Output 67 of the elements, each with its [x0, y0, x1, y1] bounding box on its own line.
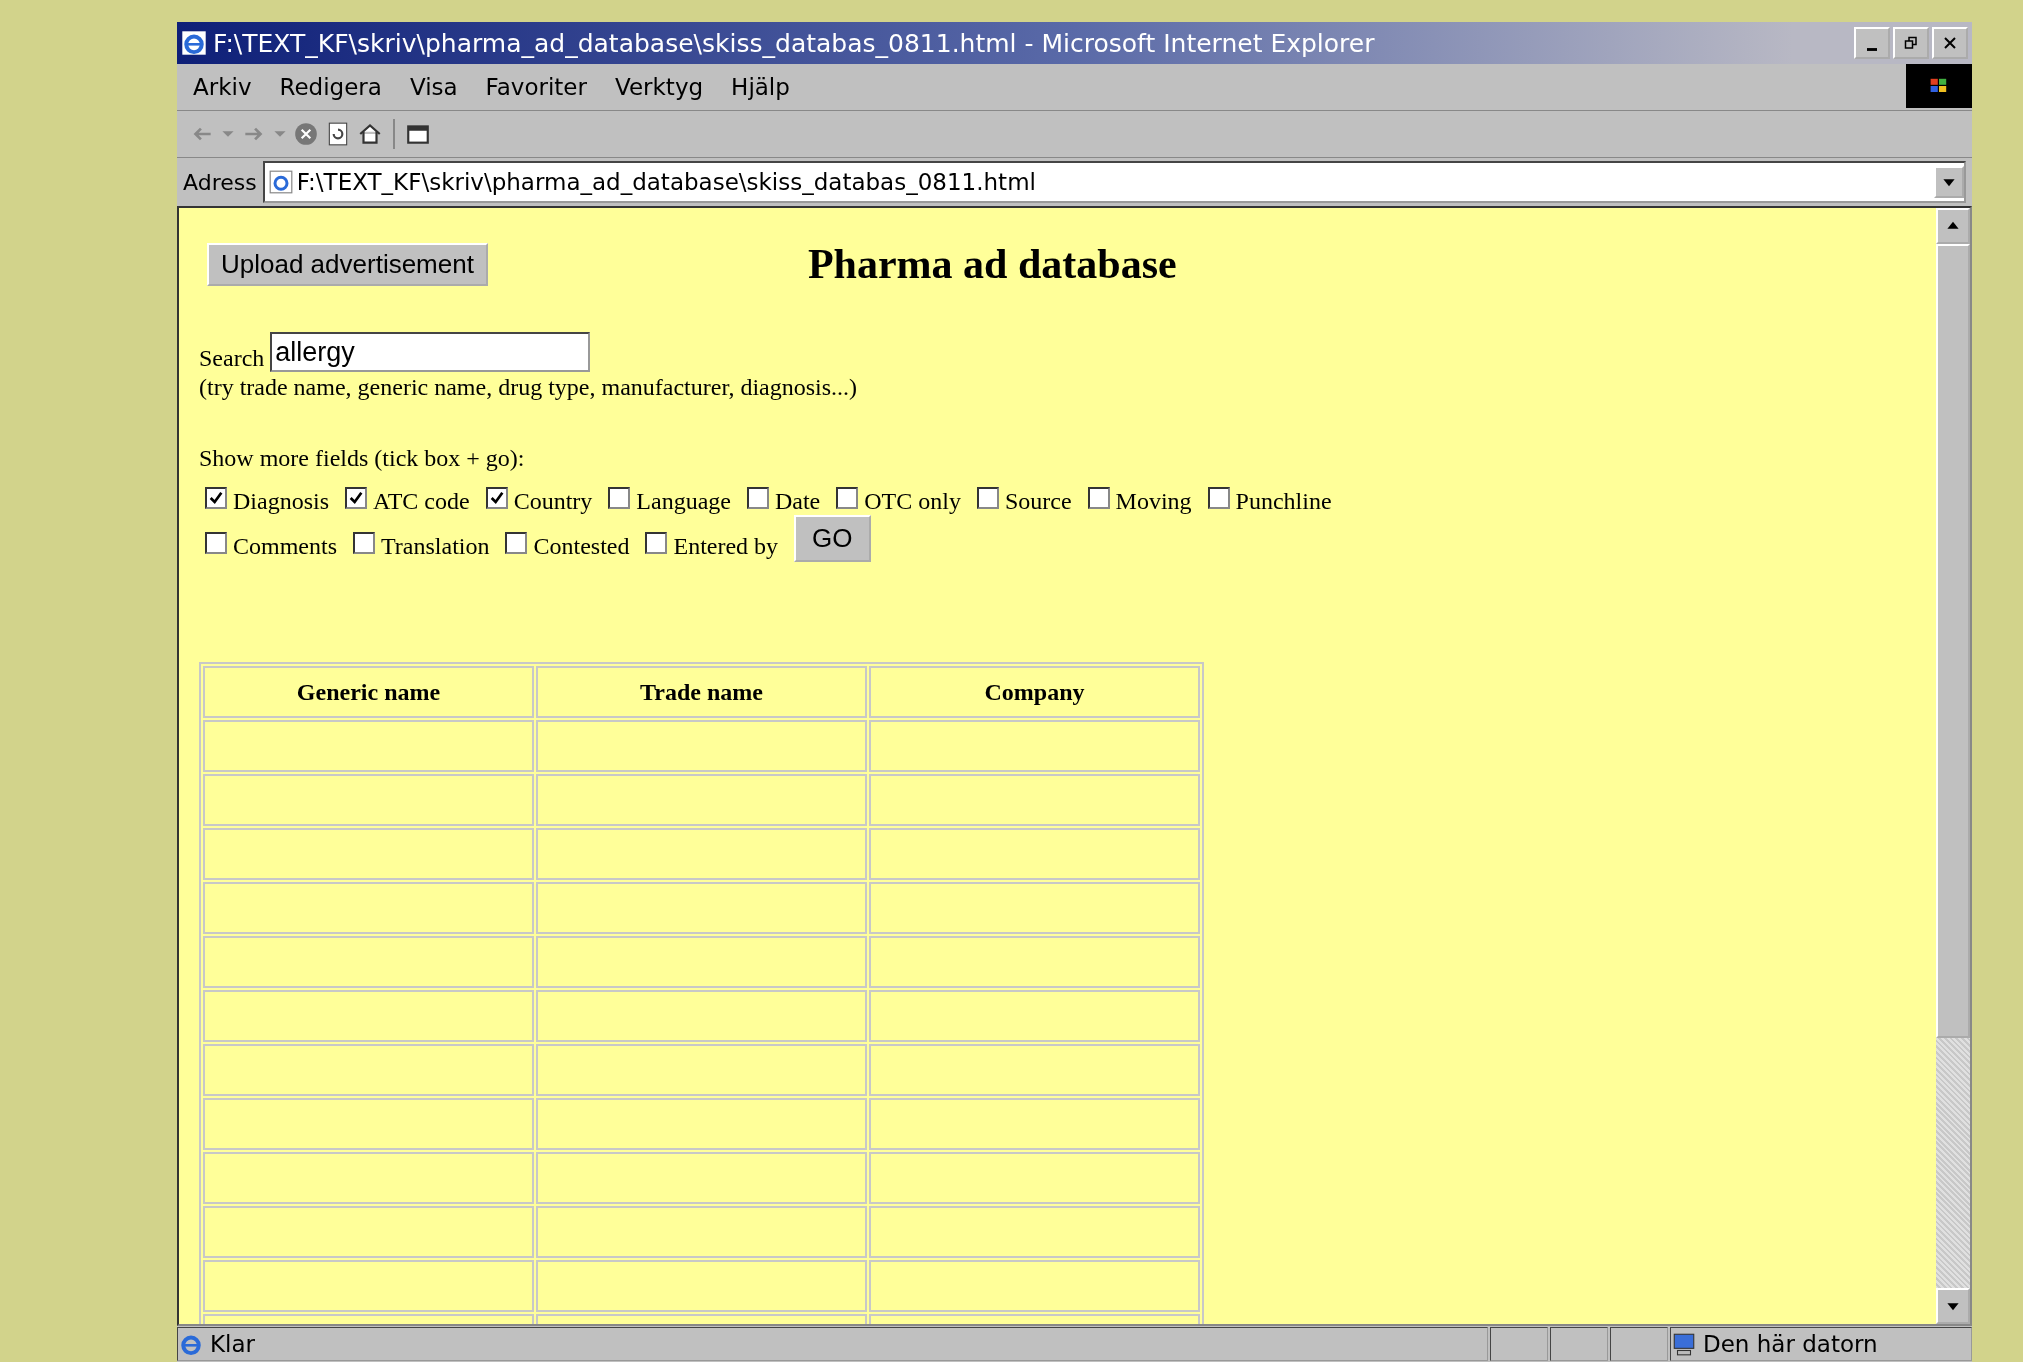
- menu-item[interactable]: Redigera: [279, 74, 382, 100]
- close-button[interactable]: [1932, 27, 1968, 59]
- address-field[interactable]: F:\TEXT_KF\skriv\pharma_ad_database\skiss_databas_0811.html: [262, 161, 1966, 203]
- restore-button[interactable]: [1893, 27, 1929, 59]
- scroll-thumb[interactable]: [1936, 244, 1970, 1038]
- page-heading: Pharma ad database: [807, 240, 1177, 288]
- window-title: F:\TEXT_KF\skriv\pharma_ad_database\skiss_databas_0811.html - Microsoft Internet Explorer: [213, 28, 1376, 58]
- check-icon: [348, 489, 364, 506]
- check-icon: [208, 489, 224, 506]
- status-pane: [1610, 1327, 1668, 1361]
- upload-button[interactable]: Upload advertisement: [207, 242, 488, 286]
- menu-item[interactable]: Favoriter: [485, 74, 587, 100]
- checkbox[interactable]: [485, 486, 508, 509]
- checkbox[interactable]: [345, 486, 367, 509]
- minimize-button[interactable]: [1854, 27, 1890, 59]
- menu-item[interactable]: Verktyg: [615, 74, 704, 100]
- checkbox[interactable]: [505, 531, 528, 554]
- checkbox[interactable]: [645, 531, 668, 554]
- search-label: Search: [199, 345, 265, 372]
- checkbox-label: ATC code: [373, 488, 470, 515]
- windows-logo-icon: [1906, 64, 1972, 108]
- checkbox-label: Country: [513, 488, 593, 515]
- column-header: Company: [869, 666, 1200, 718]
- column-header: Trade name: [536, 666, 867, 718]
- menu-item[interactable]: Arkiv: [193, 74, 252, 100]
- check-icon: [488, 489, 505, 506]
- checkbox-label: Moving: [1115, 488, 1192, 515]
- checkbox[interactable]: [836, 486, 859, 509]
- checkbox-label: Diagnosis: [233, 488, 329, 515]
- checkbox[interactable]: [1207, 486, 1230, 509]
- search-field[interactable]: allergy: [270, 332, 591, 372]
- status-pane: [1490, 1327, 1548, 1361]
- status-pane: [1550, 1327, 1608, 1361]
- status-text: Klar: [210, 1331, 256, 1357]
- scrollbar[interactable]: [1936, 208, 1970, 1324]
- checkbox[interactable]: [608, 486, 631, 509]
- search-hint: (try trade name, generic name, drug type, manufacturer, diagnosis...): [199, 374, 859, 401]
- checkbox[interactable]: [1087, 486, 1110, 509]
- column-header: Generic name: [203, 666, 534, 718]
- home-icon[interactable]: [357, 121, 383, 147]
- checkbox-label: Entered by: [673, 533, 779, 560]
- checkbox-label: OTC only: [864, 488, 961, 515]
- minimize-icon: [1867, 47, 1877, 51]
- zone-text: Den här datorn: [1703, 1331, 1878, 1357]
- checkbox-label: Language: [636, 488, 731, 515]
- stop-icon[interactable]: [293, 121, 319, 147]
- checkbox-label: Source: [1004, 488, 1072, 515]
- go-button[interactable]: GO: [794, 515, 871, 562]
- checkbox[interactable]: [353, 531, 375, 554]
- checkbox-label: Date: [774, 488, 821, 515]
- computer-icon: [1671, 1331, 1697, 1357]
- checkbox-label: Contested: [533, 533, 630, 560]
- fields-label: Show more fields (tick box + go):: [199, 445, 526, 472]
- checkbox-label: Punchline: [1235, 488, 1332, 515]
- checkbox[interactable]: [746, 486, 769, 509]
- page-icon: [268, 170, 293, 194]
- address-label: Adress: [183, 169, 257, 195]
- checkbox[interactable]: [205, 531, 227, 554]
- browser-icon: [181, 30, 207, 56]
- menu-item[interactable]: Visa: [409, 74, 458, 100]
- checkbox-label: Comments: [233, 533, 337, 560]
- checkbox[interactable]: [205, 486, 227, 509]
- checkbox[interactable]: [976, 486, 999, 509]
- close-icon: [1943, 36, 1957, 50]
- restore-icon: [1904, 36, 1918, 50]
- menu-item[interactable]: Hjälp: [731, 74, 790, 100]
- checkbox-label: Translation: [381, 533, 490, 560]
